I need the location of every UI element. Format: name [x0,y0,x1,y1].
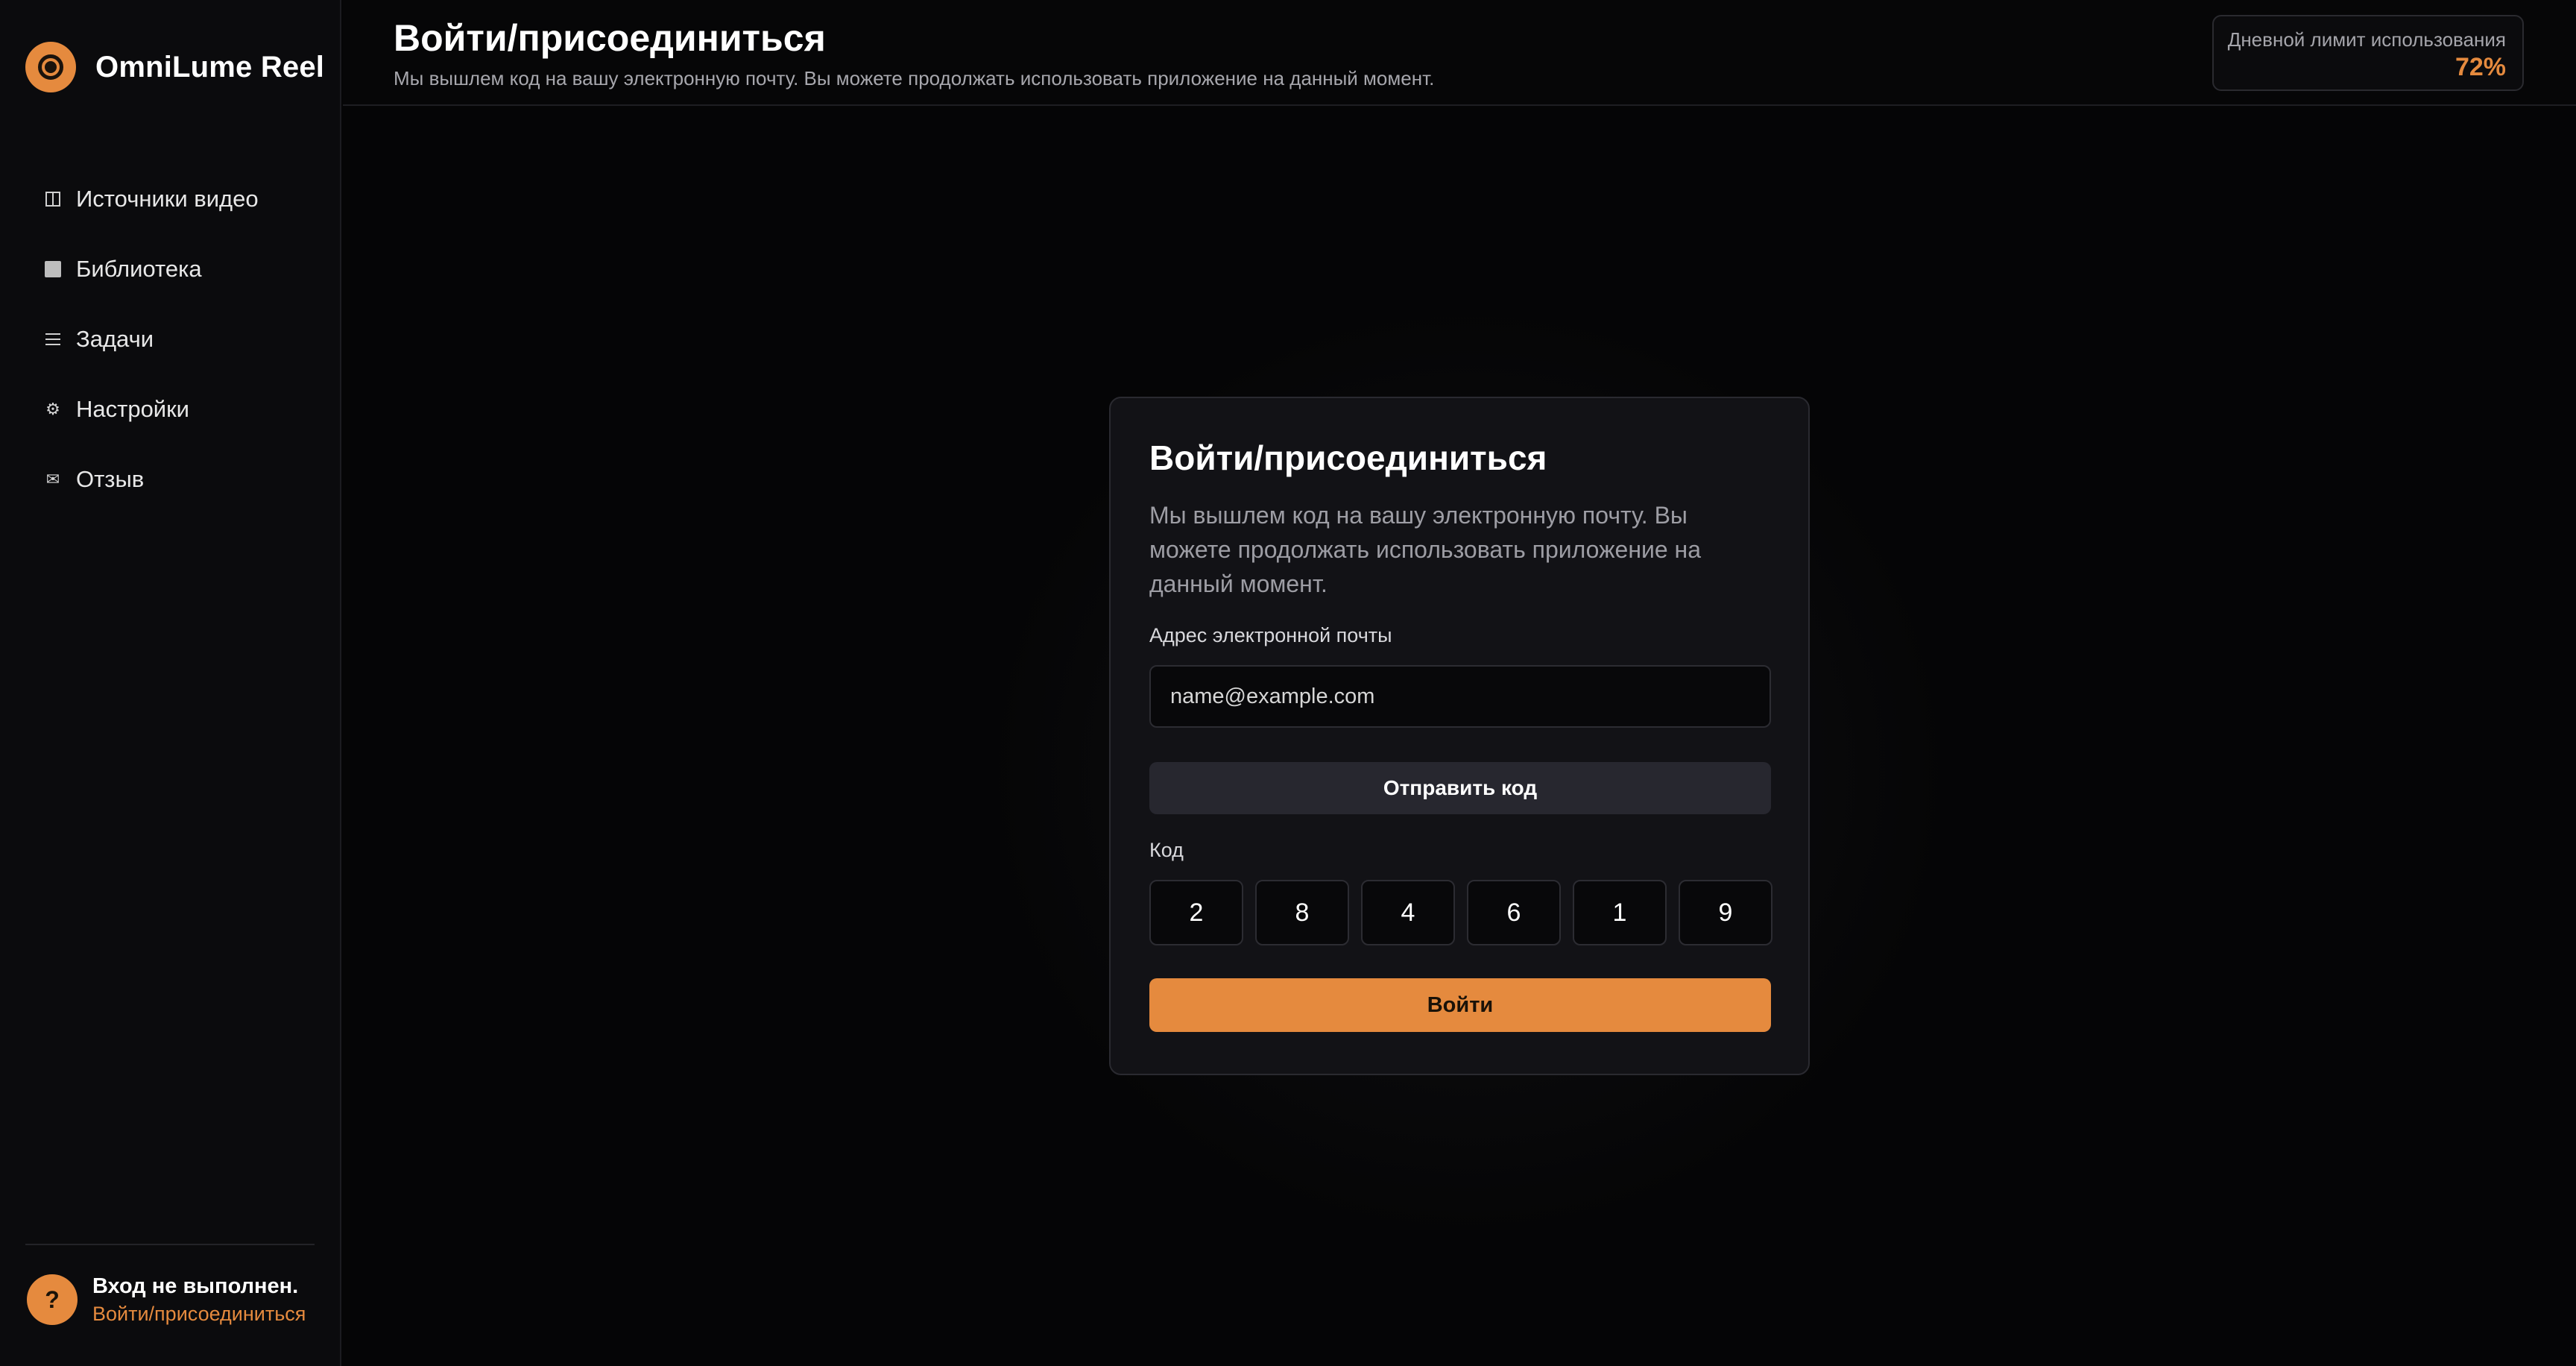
sidebar-item-library[interactable]: Библиотека [0,234,340,304]
sidebar-item-settings[interactable]: ⚙ Настройки [0,374,340,444]
main-content: Войти/присоединиться Мы вышлем код на ва… [343,107,2576,1366]
sidebar: OmniLume Reel Источники видео Библиотека… [0,0,341,1366]
email-field[interactable] [1149,665,1771,728]
sidebar-item-label: Отзыв [76,466,145,492]
page-subtitle: Мы вышлем код на вашу электронную почту.… [394,67,1435,89]
avatar[interactable]: ? [27,1274,78,1325]
sidebar-item-label: Задачи [76,326,154,352]
usage-limit-value: 72% [2455,53,2506,81]
send-code-button[interactable]: Отправить код [1149,762,1771,814]
sidebar-item-label: Настройки [76,396,190,422]
list-icon [42,333,64,345]
page-header: Войти/присоединиться Мы вышлем код на ва… [343,0,2576,106]
sidebar-item-video-sources[interactable]: Источники видео [0,164,340,234]
sidebar-nav: Источники видео Библиотека Задачи ⚙ Наст… [0,164,340,514]
sidebar-divider [25,1244,315,1245]
brand-name: OmniLume Reel [95,50,325,84]
sidebar-item-label: Источники видео [76,186,259,212]
code-digit-input[interactable] [1679,880,1772,945]
square-icon [42,261,64,277]
brand-logo-icon [25,42,76,92]
card-description: Мы вышлем код на вашу электронную почту.… [1149,502,1702,597]
app-window: OmniLume Reel Источники видео Библиотека… [0,0,2576,1366]
sidebar-item-tasks[interactable]: Задачи [0,304,340,374]
sidebar-item-label: Библиотека [76,256,202,282]
page-title: Войти/присоединиться [394,17,826,59]
card-title: Войти/присоединиться [1149,438,1547,477]
login-button[interactable]: Войти [1149,978,1771,1032]
sign-in-card: Войти/присоединиться Мы вышлем код на ва… [1109,397,1810,1075]
email-label: Адрес электронной почты [1149,624,1392,646]
sidebar-item-feedback[interactable]: ✉ Отзыв [0,444,340,514]
user-box: ? Вход не выполнен. Войти/присоединиться [27,1272,306,1327]
usage-limit-box: Дневной лимит использования 72% [2212,15,2524,91]
code-label: Код [1149,839,1184,861]
code-digit-input[interactable] [1149,880,1243,945]
usage-limit-label: Дневной лимит использования [2227,28,2506,51]
user-status: Вход не выполнен. [92,1274,299,1298]
code-digit-input[interactable] [1467,880,1561,945]
gear-icon: ⚙ [45,400,60,418]
sign-in-link[interactable]: Войти/присоединиться [92,1300,306,1327]
code-digit-input[interactable] [1255,880,1349,945]
code-digit-input[interactable] [1573,880,1667,945]
brand[interactable]: OmniLume Reel [25,40,324,94]
columns-icon [42,192,64,207]
code-digit-input[interactable] [1361,880,1455,945]
mail-icon: ✉ [45,470,60,488]
code-input-row [1149,880,1772,945]
